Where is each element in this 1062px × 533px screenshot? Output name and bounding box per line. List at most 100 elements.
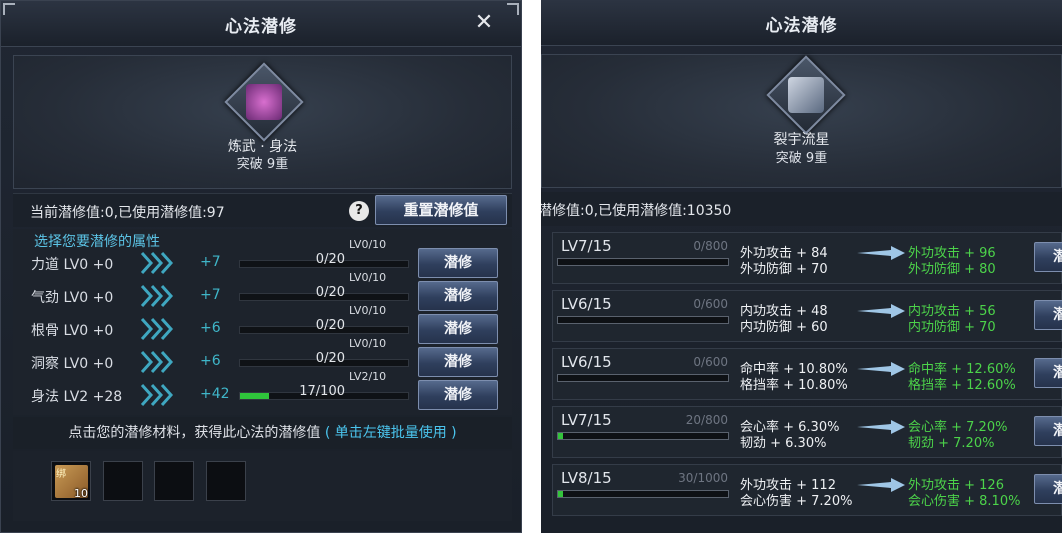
attribute-name: 身法 LV2 +28: [31, 389, 123, 405]
cultivate-button[interactable]: 潜修: [1034, 416, 1062, 446]
attribute-row: 身法 LV2 +28 +42 LV2/10 17/100 潜修: [13, 370, 512, 412]
help-icon[interactable]: ?: [349, 201, 369, 221]
attribute-increment: +7: [200, 254, 221, 270]
skill-icon-frame: [766, 55, 846, 135]
window-title: 心法潜修: [225, 17, 297, 37]
skill-level: 突破 9重: [775, 151, 828, 166]
arrow-right-icon: [857, 362, 905, 376]
row-level: LV8/15: [561, 469, 612, 487]
cultivate-button[interactable]: 潜修: [418, 248, 498, 278]
attribute-increment: +7: [200, 287, 221, 303]
batch-use-link[interactable]: ( 单击左键批量使用 ): [325, 425, 457, 441]
current-stat: 格挡率 + 10.80%: [740, 378, 848, 393]
cultivation-row: LV6/15 0/600 命中率 + 10.80% 格挡率 + 10.80% 命中率 +…: [552, 348, 1062, 400]
arrow-right-icon: [857, 246, 905, 260]
row-level: LV7/15: [561, 411, 612, 429]
row-exp: 20/800: [685, 413, 728, 427]
material-hint: 点击您的潜修材料，获得此心法的潜修值 ( 单击左键批量使用 ): [13, 417, 512, 449]
material-slots: 绑 10: [13, 451, 512, 521]
attribute-level: LV0/10: [349, 238, 387, 251]
row-exp: 30/1000: [678, 471, 728, 485]
exp-bar: [557, 374, 729, 382]
current-stat: 韧劲 + 6.30%: [740, 436, 827, 451]
cultivate-button[interactable]: 潜修: [1034, 300, 1062, 330]
attribute-row: 根骨 LV0 +0 +6 LV0/10 0/20 潜修: [13, 304, 512, 346]
current-stat: 会心伤害 + 7.20%: [740, 494, 853, 509]
weapon-icon: [788, 77, 824, 113]
current-stat: 外功防御 + 70: [740, 262, 828, 277]
attribute-increment: +42: [200, 386, 230, 402]
cultivation-row: LV8/15 30/1000 外功攻击 + 112 会心伤害 + 7.20% 外功攻击 …: [552, 464, 1062, 516]
material-slot[interactable]: [206, 461, 246, 501]
cultivate-button[interactable]: 潜修: [1034, 242, 1062, 272]
attribute-level: LV2/10: [349, 370, 387, 383]
exp-fill: [558, 491, 564, 497]
exp-bar: [557, 258, 729, 266]
next-stat: 内功防御 + 70: [908, 320, 996, 335]
left-cultivation-window: 心法潜修 ✕ 炼武 · 身法 突破 9重 当前潜修值:0,已使用潜修值:97 ?…: [0, 0, 522, 533]
cultivation-info-bar: 潜修值:0,已使用潜修值:10350: [541, 192, 1062, 226]
progress-value: 0/20: [315, 252, 345, 267]
skill-header: 裂宇流星 突破 9重: [541, 54, 1062, 188]
cultivation-info-bar: 当前潜修值:0,已使用潜修值:97 ? 重置潜修值: [13, 193, 512, 227]
window-title: 心法潜修: [765, 16, 838, 36]
cultivation-value-text: 当前潜修值:0,已使用潜修值:97: [30, 205, 225, 221]
chevron-right-icon: [140, 284, 174, 308]
cultivation-row: LV7/15 20/800 会心率 + 6.30% 韧劲 + 6.30% 会心率 + 7…: [552, 406, 1062, 458]
material-slot[interactable]: 绑 10: [51, 461, 91, 501]
book-icon: [246, 84, 282, 120]
row-level: LV7/15: [561, 237, 612, 255]
cultivate-button[interactable]: 潜修: [1034, 474, 1062, 504]
attribute-row: 气劲 LV0 +0 +7 LV0/10 0/20 潜修: [13, 271, 512, 313]
current-stat: 内功防御 + 60: [740, 320, 828, 335]
arrow-right-icon: [857, 420, 905, 434]
row-exp: 0/600: [693, 297, 728, 311]
progress-value: 17/100: [299, 384, 345, 399]
progress-value: 0/20: [315, 351, 345, 366]
cultivate-button[interactable]: 潜修: [418, 314, 498, 344]
material-slot[interactable]: [103, 461, 143, 501]
arrow-right-icon: [857, 304, 905, 318]
cultivate-button[interactable]: 潜修: [418, 281, 498, 311]
skill-icon-frame: [224, 62, 304, 142]
attribute-level: LV0/10: [349, 304, 387, 317]
attribute-level: LV0/10: [349, 337, 387, 350]
row-level: LV6/15: [561, 295, 612, 313]
hint-text: 点击您的潜修材料，获得此心法的潜修值: [68, 425, 321, 441]
skill-name: 裂宇流星: [773, 132, 830, 148]
next-stat: 会心伤害 + 8.10%: [908, 494, 1021, 509]
cultivate-button[interactable]: 潜修: [418, 347, 498, 377]
title-bar: 心法潜修: [541, 0, 1062, 46]
chevron-right-icon: [140, 350, 174, 374]
cultivate-button[interactable]: 潜修: [418, 380, 498, 410]
right-cultivation-window: 心法潜修 裂宇流星 突破 9重 潜修值:0,已使用潜修值:10350 LV7/1…: [541, 0, 1062, 533]
close-button[interactable]: ✕: [473, 12, 495, 34]
attribute-list: 选择您要潜修的属性 力道 LV0 +0 +7 LV0/10 0/20 潜修 气劲 LV0 …: [13, 229, 512, 415]
cultivation-row: LV6/15 0/600 内功攻击 + 48 内功防御 + 60 内功攻击 + 56 内功…: [552, 290, 1062, 342]
attribute-level: LV0/10: [349, 271, 387, 284]
chevron-right-icon: [140, 251, 174, 275]
reset-cultivation-button[interactable]: 重置潜修值: [375, 195, 507, 225]
attribute-name: 洞察 LV0 +0: [31, 356, 114, 372]
item-count: 10: [74, 487, 88, 500]
exp-bar: [557, 316, 729, 324]
chevron-right-icon: [140, 317, 174, 341]
attribute-name: 根骨 LV0 +0: [31, 323, 114, 339]
exp-bar: [557, 490, 729, 498]
row-exp: 0/600: [693, 355, 728, 369]
attribute-name: 气劲 LV0 +0: [31, 290, 114, 306]
title-bar: 心法潜修 ✕: [1, 1, 521, 47]
attribute-increment: +6: [200, 353, 221, 369]
attribute-row: 洞察 LV0 +0 +6 LV0/10 0/20 潜修: [13, 337, 512, 379]
progress-value: 0/20: [315, 318, 345, 333]
cultivate-button[interactable]: 潜修: [1034, 358, 1062, 388]
attribute-row: 力道 LV0 +0 +7 LV0/10 0/20 潜修: [13, 238, 512, 280]
bound-badge: 绑: [56, 469, 66, 480]
next-stat: 格挡率 + 12.60%: [908, 378, 1016, 393]
cultivation-row: LV7/15 0/800 外功攻击 + 84 外功防御 + 70 外功攻击 + 96 外功…: [552, 232, 1062, 284]
material-slot[interactable]: [154, 461, 194, 501]
next-stat: 外功防御 + 80: [908, 262, 996, 277]
skill-header: 炼武 · 身法 突破 9重: [13, 55, 512, 189]
exp-fill: [558, 433, 564, 439]
cultivation-value-text: 潜修值:0,已使用潜修值:10350: [541, 203, 732, 219]
